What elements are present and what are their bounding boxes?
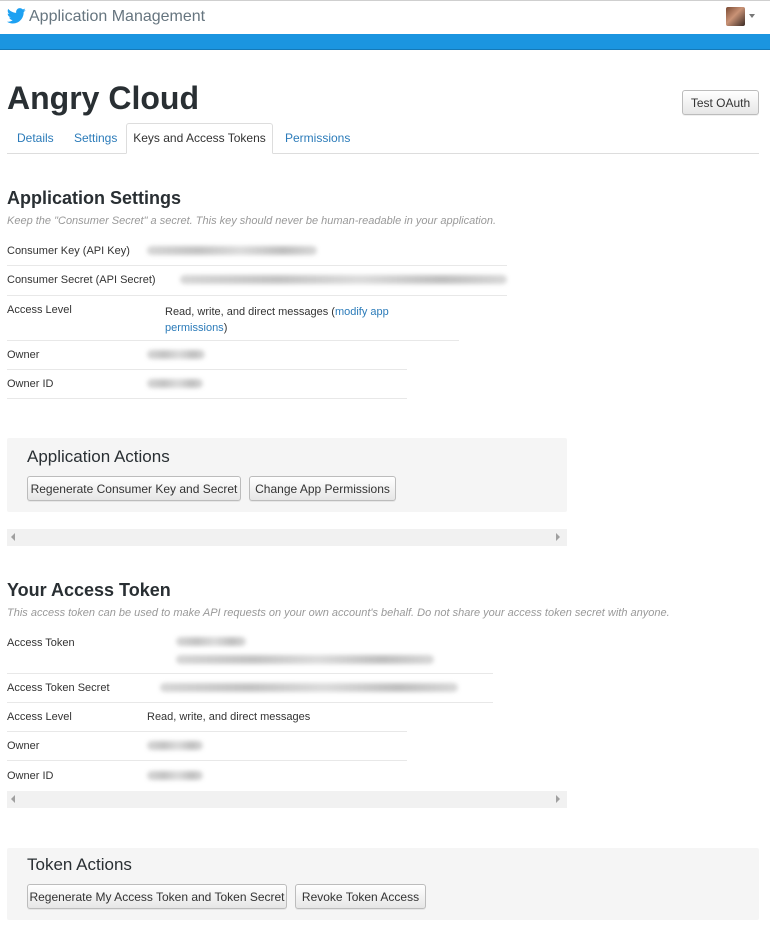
access-token-label: Access Token: [7, 637, 75, 649]
application-settings-note: Keep the "Consumer Secret" a secret. Thi…: [7, 215, 497, 227]
row-divider: [7, 760, 407, 761]
token-access-level-value: Read, write, and direct messages: [147, 711, 311, 723]
owner-id-value-redacted: [147, 379, 203, 388]
scroll-left-icon[interactable]: [11, 533, 15, 541]
scroll-right-icon[interactable]: [556, 533, 560, 541]
tab-keys-and-access-tokens[interactable]: Keys and Access Tokens: [126, 123, 273, 154]
horizontal-scrollbar[interactable]: [7, 529, 567, 546]
change-app-permissions-button[interactable]: Change App Permissions: [249, 476, 396, 501]
token-owner-id-value-redacted: [147, 771, 203, 780]
row-divider: [7, 340, 459, 341]
owner-id-label: Owner ID: [7, 378, 54, 390]
access-token-secret-label: Access Token Secret: [7, 682, 110, 694]
twitter-bird-icon[interactable]: [7, 8, 26, 24]
row-divider: [7, 673, 493, 674]
page-title: Angry Cloud: [7, 80, 199, 116]
owner-value-redacted: [147, 350, 205, 359]
row-divider: [7, 398, 407, 399]
row-divider: [7, 731, 407, 732]
consumer-secret-value-redacted: [180, 275, 507, 284]
access-token-heading: Your Access Token: [7, 580, 171, 600]
owner-label: Owner: [7, 349, 40, 361]
consumer-key-value-redacted: [147, 246, 317, 255]
tab-details[interactable]: Details: [17, 131, 54, 145]
revoke-token-access-button[interactable]: Revoke Token Access: [295, 884, 426, 909]
row-divider: [7, 702, 493, 703]
access-token-value-redacted: [176, 637, 246, 646]
consumer-key-label: Consumer Key (API Key): [7, 245, 130, 257]
token-owner-value-redacted: [147, 741, 203, 750]
scroll-right-icon[interactable]: [556, 795, 560, 803]
access-level-text: Read, write, and direct messages (: [165, 306, 335, 318]
access-token-note: This access token can be used to make AP…: [7, 607, 670, 619]
application-settings-heading: Application Settings: [7, 188, 182, 208]
row-divider: [7, 295, 507, 296]
horizontal-scrollbar[interactable]: [7, 791, 567, 808]
token-actions-heading: Token Actions: [27, 855, 132, 874]
chevron-down-icon[interactable]: [749, 14, 755, 18]
user-avatar[interactable]: [726, 7, 745, 26]
access-level-value: Read, write, and direct messages (modify…: [165, 304, 425, 336]
application-actions-heading: Application Actions: [27, 447, 170, 466]
app-management-title[interactable]: Application Management: [29, 8, 205, 26]
consumer-secret-label: Consumer Secret (API Secret): [7, 274, 156, 286]
token-owner-label: Owner: [7, 740, 40, 752]
token-access-level-label: Access Level: [7, 711, 72, 723]
scroll-left-icon[interactable]: [11, 795, 15, 803]
regenerate-consumer-key-button[interactable]: Regenerate Consumer Key and Secret: [27, 476, 241, 501]
tab-settings[interactable]: Settings: [74, 131, 117, 145]
row-divider: [7, 369, 407, 370]
regenerate-access-token-button[interactable]: Regenerate My Access Token and Token Sec…: [27, 884, 287, 909]
access-level-label: Access Level: [7, 304, 72, 316]
tab-divider: [7, 153, 759, 154]
access-token-secret-value-redacted: [160, 683, 458, 692]
brand-bar: [0, 34, 770, 50]
access-level-close: ): [223, 322, 228, 334]
access-token-value-redacted-2: [176, 655, 434, 664]
test-oauth-button[interactable]: Test OAuth: [682, 90, 759, 115]
tab-permissions[interactable]: Permissions: [285, 131, 350, 145]
token-owner-id-label: Owner ID: [7, 770, 54, 782]
row-divider: [7, 265, 507, 266]
